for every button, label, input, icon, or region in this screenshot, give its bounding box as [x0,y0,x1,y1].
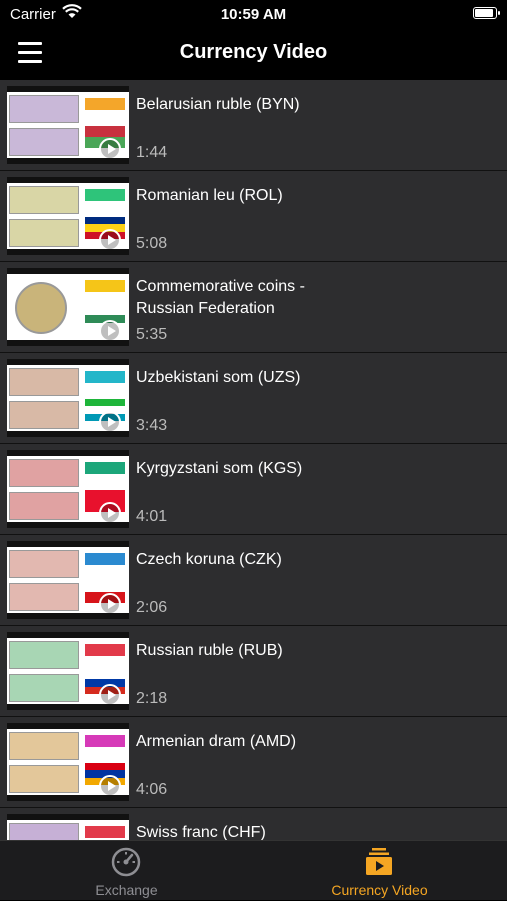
video-title: Uzbekistani som (UZS) [136,369,301,386]
video-title: Swiss franc (CHF) [136,824,266,840]
thumbnail-banner [85,553,125,565]
tab-currency-video[interactable]: Currency Video [253,841,506,901]
video-duration: 1:44 [136,144,168,161]
play-icon[interactable] [99,411,121,431]
video-duration: 4:06 [136,781,168,798]
video-thumbnail [7,632,129,710]
banknote-image [9,550,79,578]
video-library-icon [366,848,392,875]
video-thumbnail [7,541,129,619]
video-thumbnail [7,359,129,437]
video-duration: 2:18 [136,690,168,707]
tab-exchange[interactable]: Exchange [0,841,253,901]
play-icon[interactable] [99,684,121,704]
thumbnail-banner [85,280,125,292]
video-duration: 5:35 [136,326,168,343]
video-title: Kyrgyzstani som (KGS) [136,460,303,477]
banknote-image [9,219,79,247]
thumbnail-banner [85,644,125,656]
thumbnail-banner [85,98,125,110]
video-row[interactable]: Uzbekistani som (UZS) 3:43 [0,353,507,444]
banknote-image [9,765,79,793]
video-title: Armenian dram (AMD) [136,733,297,750]
video-row[interactable]: Kyrgyzstani som (KGS) 4:01 [0,444,507,535]
thumbnail-banner [85,189,125,201]
tab-bar: Exchange Currency Video [0,840,507,900]
video-row[interactable]: Romanian leu (ROL) 5:08 [0,171,507,262]
video-thumbnail [7,86,129,164]
video-row[interactable]: Commemorative coins - Russian Federation… [0,262,507,353]
video-thumbnail [7,814,129,840]
banknote-image [9,401,79,429]
video-title: Czech koruna (CZK) [136,551,282,568]
thumbnail-banner [85,826,125,838]
play-icon[interactable] [99,502,121,522]
video-row[interactable]: Czech koruna (CZK) 2:06 [0,535,507,626]
banknote-image [9,732,79,760]
coin-image [15,282,67,334]
status-bar: Carrier 10:59 AM [0,0,507,30]
banknote-image [9,186,79,214]
video-row[interactable]: Belarusian ruble (BYN) 1:44 [0,80,507,171]
video-duration: 5:08 [136,235,168,252]
video-thumbnail [7,268,129,346]
thumbnail-banner [85,371,125,383]
page-title: Currency Video [179,41,328,63]
video-title: Belarusian ruble (BYN) [136,96,300,113]
battery-icon [473,7,500,19]
play-icon[interactable] [99,229,121,249]
banknote-image [9,368,79,396]
video-row[interactable]: Russian ruble (RUB) 2:18 [0,626,507,717]
video-thumbnail [7,177,129,255]
banknote-image [9,128,79,156]
video-row[interactable]: Armenian dram (AMD) 4:06 [0,717,507,808]
tab-label-currency-video: Currency Video [331,882,428,898]
banknote-image [9,583,79,611]
video-title: Commemorative coins - Russian Federation [136,278,305,317]
nav-bar: Currency Video [0,30,507,78]
banknote-image [9,492,79,520]
play-icon[interactable] [99,320,121,340]
video-list[interactable]: Belarusian ruble (BYN) 1:44 Romanian leu (… [0,80,507,840]
banknote-image [9,459,79,487]
tab-label-exchange: Exchange [95,882,158,898]
play-icon[interactable] [99,593,121,613]
banknote-image [9,823,79,840]
play-icon[interactable] [99,775,121,795]
banknote-image [9,95,79,123]
video-duration: 3:43 [136,417,168,434]
play-icon[interactable] [99,138,121,158]
gauge-icon [111,847,141,877]
thumbnail-banner [85,735,125,747]
video-duration: 2:06 [136,599,168,616]
banknote-image [9,674,79,702]
thumbnail-banner [85,462,125,474]
video-row[interactable]: Swiss franc (CHF) [0,808,507,840]
video-title: Russian ruble (RUB) [136,642,283,659]
video-thumbnail [7,450,129,528]
banknote-image [9,641,79,669]
status-time: 10:59 AM [220,6,287,23]
video-duration: 4:01 [136,508,168,525]
video-thumbnail [7,723,129,801]
video-title: Romanian leu (ROL) [136,187,283,204]
